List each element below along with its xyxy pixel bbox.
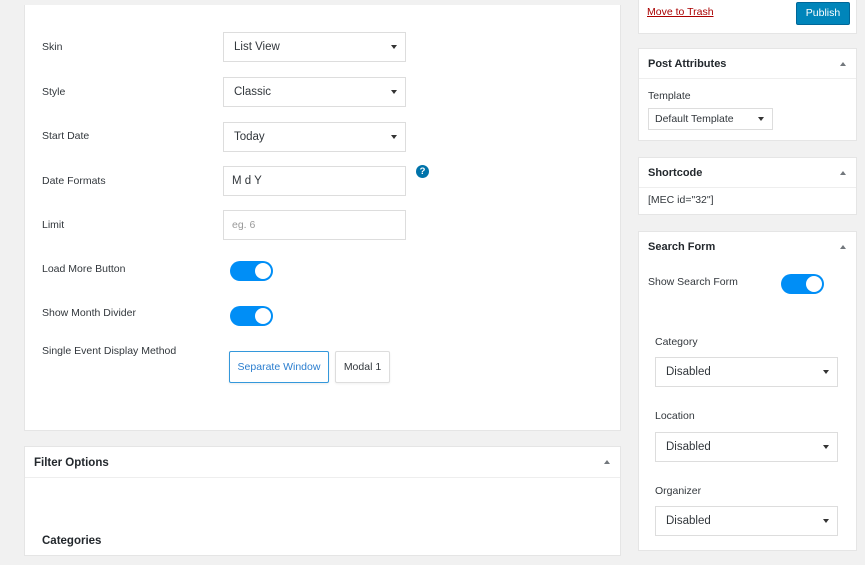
limit-input[interactable]: eg. 6 bbox=[223, 210, 406, 240]
organizer-select[interactable]: Disabled bbox=[655, 506, 838, 536]
month-divider-label: Show Month Divider bbox=[42, 307, 136, 319]
category-select-value: Disabled bbox=[666, 366, 711, 378]
chevron-down-icon bbox=[823, 519, 829, 523]
shortcode-value: [MEC id="32"] bbox=[648, 194, 714, 206]
start-date-select-value: Today bbox=[234, 131, 265, 143]
filter-options-header[interactable]: Filter Options bbox=[25, 447, 620, 478]
search-form-title: Search Form bbox=[648, 241, 716, 253]
start-date-select[interactable]: Today bbox=[223, 122, 406, 152]
search-form-header[interactable]: Search Form bbox=[639, 232, 856, 262]
filter-options-panel: Filter Options Categories bbox=[24, 446, 621, 556]
move-to-trash-link[interactable]: Move to Trash bbox=[647, 6, 714, 18]
date-formats-label: Date Formats bbox=[42, 175, 106, 187]
skin-select[interactable]: List View bbox=[223, 32, 406, 62]
toggle-knob bbox=[255, 263, 271, 279]
collapse-icon[interactable] bbox=[840, 245, 846, 249]
load-more-toggle[interactable] bbox=[230, 261, 273, 281]
toggle-knob bbox=[255, 308, 271, 324]
load-more-label: Load More Button bbox=[42, 263, 126, 275]
search-form-box: Search Form Show Search Form Category Di… bbox=[638, 231, 857, 551]
month-divider-toggle[interactable] bbox=[230, 306, 273, 326]
display-method-label: Single Event Display Method bbox=[42, 345, 177, 357]
separate-window-button[interactable]: Separate Window bbox=[229, 351, 329, 383]
toggle-knob bbox=[806, 276, 822, 292]
location-select[interactable]: Disabled bbox=[655, 432, 838, 462]
style-select[interactable]: Classic bbox=[223, 77, 406, 107]
shortcode-box: Shortcode [MEC id="32"] bbox=[638, 157, 857, 215]
help-icon[interactable]: ? bbox=[416, 165, 429, 178]
template-select[interactable]: Default Template bbox=[648, 108, 773, 130]
post-attributes-box: Post Attributes Template Default Templat… bbox=[638, 48, 857, 141]
chevron-down-icon bbox=[391, 45, 397, 49]
collapse-icon[interactable] bbox=[604, 460, 610, 464]
template-label: Template bbox=[648, 90, 691, 102]
show-search-form-toggle[interactable] bbox=[781, 274, 824, 294]
chevron-down-icon bbox=[823, 445, 829, 449]
chevron-down-icon bbox=[823, 370, 829, 374]
shortcode-title: Shortcode bbox=[648, 167, 703, 179]
publish-box: Move to Trash Publish bbox=[638, 0, 857, 34]
show-search-form-label: Show Search Form bbox=[648, 276, 738, 288]
organizer-label: Organizer bbox=[655, 485, 702, 497]
publish-button[interactable]: Publish bbox=[796, 2, 850, 25]
skin-settings-panel: Skin List View Style Classic Start Date … bbox=[24, 5, 621, 431]
post-attributes-title: Post Attributes bbox=[648, 58, 727, 70]
chevron-down-icon bbox=[758, 117, 764, 121]
skin-label: Skin bbox=[42, 41, 63, 53]
category-select[interactable]: Disabled bbox=[655, 357, 838, 387]
categories-heading: Categories bbox=[42, 535, 102, 547]
chevron-down-icon bbox=[391, 90, 397, 94]
chevron-down-icon bbox=[391, 135, 397, 139]
modal-button[interactable]: Modal 1 bbox=[335, 351, 390, 383]
start-date-label: Start Date bbox=[42, 130, 90, 142]
skin-select-value: List View bbox=[234, 41, 280, 53]
location-label: Location bbox=[655, 410, 695, 422]
category-label: Category bbox=[655, 336, 698, 348]
filter-options-title: Filter Options bbox=[34, 457, 109, 469]
location-select-value: Disabled bbox=[666, 441, 711, 453]
date-formats-input[interactable]: M d Y bbox=[223, 166, 406, 196]
style-label: Style bbox=[42, 86, 66, 98]
style-select-value: Classic bbox=[234, 86, 272, 98]
collapse-icon[interactable] bbox=[840, 171, 846, 175]
limit-label: Limit bbox=[42, 219, 65, 231]
template-select-value: Default Template bbox=[655, 113, 734, 125]
collapse-icon[interactable] bbox=[840, 62, 846, 66]
post-attributes-header[interactable]: Post Attributes bbox=[639, 49, 856, 79]
shortcode-header[interactable]: Shortcode bbox=[639, 158, 856, 188]
organizer-select-value: Disabled bbox=[666, 515, 711, 527]
